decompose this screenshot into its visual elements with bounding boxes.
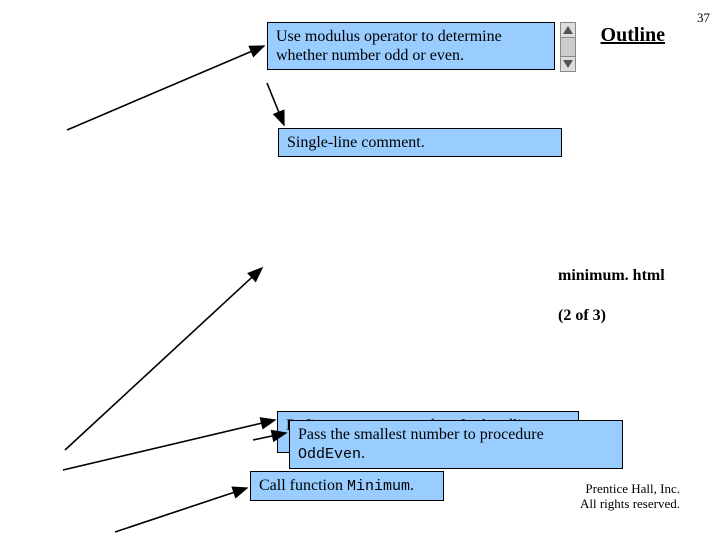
scrollbar-vertical[interactable] [560, 22, 576, 72]
caption-file: minimum. html [558, 267, 665, 284]
callout-pass-pre: Pass the smallest number to procedure [298, 426, 544, 443]
caption-pager: (2 of 3) [558, 307, 606, 324]
callout-pass-fn: OddEven [298, 446, 361, 463]
callout-call-dot: . [410, 477, 414, 494]
callout-call-fn: Minimum [347, 478, 410, 495]
outline-link[interactable]: Outline [601, 24, 665, 47]
copyright-line2: All rights reserved. [580, 496, 680, 512]
callout-modulus: Use modulus operator to determine whethe… [267, 22, 555, 70]
callout-single-line-comment: Single-line comment. [278, 128, 562, 157]
callout-call-function: Call function Minimum. [250, 471, 444, 501]
copyright: Prentice Hall, Inc. All rights reserved. [580, 481, 680, 512]
scroll-up-button[interactable] [560, 22, 576, 38]
callout-pass-smallest: Pass the smallest number to procedure Od… [289, 420, 623, 469]
callout-call-pre: Call function [259, 477, 347, 494]
copyright-line1: Prentice Hall, Inc. [580, 481, 680, 497]
scroll-down-button[interactable] [560, 56, 576, 72]
slide-number: 37 [697, 10, 710, 26]
slide-caption: minimum. html (2 of 3) [558, 246, 665, 326]
callout-pass-dot: . [361, 445, 365, 462]
